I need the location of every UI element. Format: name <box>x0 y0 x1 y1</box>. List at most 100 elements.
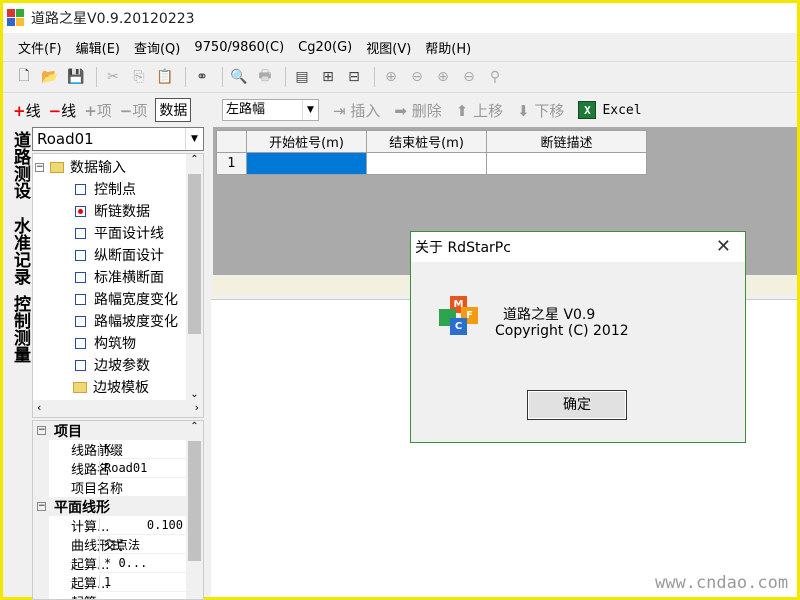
tree-item-control-points[interactable]: 控制点 <box>75 178 136 200</box>
row-header[interactable]: 1 <box>216 152 247 175</box>
chevron-down-icon[interactable]: ⌄ <box>186 389 203 400</box>
zoom-in-icon[interactable]: ⊕ <box>432 66 454 88</box>
tab-data[interactable]: 数据 <box>155 98 192 122</box>
copy-icon[interactable]: ⎘ <box>128 66 150 88</box>
tree-item-standard-section[interactable]: 标准横断面 <box>75 266 164 288</box>
tree-hscrollbar[interactable]: ‹ › <box>33 400 203 417</box>
paste-icon[interactable]: 📋 <box>154 66 176 88</box>
prop-category-project[interactable]: − 项目 <box>33 421 203 440</box>
delete-button[interactable]: ➡ 删除 <box>394 100 441 121</box>
prop-row[interactable]: 曲线形式 交点法 <box>33 534 203 554</box>
prop-row[interactable]: 项目名称 <box>33 477 203 497</box>
print-preview-icon[interactable]: 🔍 <box>228 66 250 88</box>
prop-row[interactable]: 起算 <box>33 591 203 599</box>
menu-9750-9860[interactable]: 9750/9860(C) <box>187 40 291 55</box>
prop-row[interactable]: 计算... 0.100 <box>33 515 203 535</box>
checkbox-icon[interactable] <box>75 293 86 305</box>
add-item-button[interactable]: +项 <box>84 100 112 121</box>
zoom-minus-icon[interactable]: ⊖ <box>458 66 480 88</box>
tab-road-survey[interactable]: 道路测设 <box>8 131 33 199</box>
open-folder-icon[interactable]: 📂 <box>39 66 61 88</box>
remove-line-button[interactable]: −线 <box>49 100 77 121</box>
checkbox-checked-icon[interactable] <box>75 205 86 217</box>
menu-file[interactable]: 文件(F) <box>11 38 69 57</box>
tab-level-record[interactable]: 水准记录 <box>8 217 33 285</box>
scrollbar-thumb[interactable] <box>188 174 201 334</box>
tree-scrollbar[interactable]: ⌃ ⌄ <box>186 154 203 400</box>
prop-row[interactable]: 起算... 1 <box>33 572 203 592</box>
tree-item-side-slope-template[interactable]: 边坡模板 <box>73 376 149 398</box>
zoom-fit-icon[interactable]: ⊕ <box>380 66 402 88</box>
prop-row[interactable]: 线路名 Road01 <box>33 458 203 478</box>
site-watermark: www.cndao.com <box>655 573 789 593</box>
ok-button[interactable]: 确定 <box>527 390 627 420</box>
zoom-tool-icon[interactable]: ⚲ <box>484 66 506 88</box>
new-file-icon[interactable]: 🗋 <box>13 66 35 88</box>
save-icon[interactable]: 💾 <box>65 66 87 88</box>
road-select[interactable]: Road01 ▼ <box>32 127 204 151</box>
grid-cell-desc[interactable] <box>486 152 647 175</box>
close-icon[interactable]: ✕ <box>716 236 731 257</box>
menu-view[interactable]: 视图(V) <box>359 38 418 57</box>
tree-item-plane-design[interactable]: 平面设计线 <box>75 222 164 244</box>
insert-button[interactable]: ⇥ 插入 <box>333 100 380 121</box>
checkbox-icon[interactable] <box>75 183 86 195</box>
grid-cell-end[interactable] <box>366 152 487 175</box>
collapse-icon[interactable]: − <box>37 502 46 511</box>
grid-corner[interactable] <box>216 130 247 153</box>
layout-2-icon[interactable]: ⊞ <box>317 66 339 88</box>
props-scrollbar[interactable]: ⌃ <box>186 421 203 599</box>
tab-control-survey[interactable]: 控制测量 <box>8 295 33 363</box>
chevron-up-icon[interactable]: ⌃ <box>186 421 203 432</box>
tree-item-chain-break[interactable]: 断链数据 <box>75 200 150 222</box>
tree-item-slope-change[interactable]: 路幅坡度变化 <box>75 310 178 332</box>
column-header-start[interactable]: 开始桩号(m) <box>246 130 367 153</box>
checkbox-icon[interactable] <box>75 271 86 283</box>
column-header-desc[interactable]: 断链描述 <box>486 130 647 153</box>
move-up-button[interactable]: ⬆ 上移 <box>456 100 503 121</box>
add-line-button[interactable]: +线 <box>13 100 41 121</box>
app-icon <box>7 9 25 27</box>
grid-cell-start[interactable] <box>246 152 367 175</box>
chevron-left-icon[interactable]: ‹ <box>37 401 41 414</box>
menu-edit[interactable]: 编辑(E) <box>69 38 127 57</box>
checkbox-icon[interactable] <box>75 227 86 239</box>
checkbox-icon[interactable] <box>75 337 86 349</box>
scrollbar-thumb[interactable] <box>188 441 201 561</box>
mfc-logo-icon: M F C <box>439 296 479 336</box>
tree-item-side-slope-params[interactable]: 边坡参数 <box>75 354 150 376</box>
plus-icon: + <box>84 101 97 120</box>
menu-help[interactable]: 帮助(H) <box>418 38 478 57</box>
toolbar-separator <box>374 67 375 87</box>
tree-item-width-change[interactable]: 路幅宽度变化 <box>75 288 178 310</box>
layout-1-icon[interactable]: ▤ <box>291 66 313 88</box>
binoculars-icon[interactable]: ⚭ <box>191 66 213 88</box>
tree-root[interactable]: − 数据输入 <box>35 156 126 178</box>
data-tree: − 数据输入 控制点 断链数据 平面设计线 纵断面设计 标准横断面 路幅宽度变化 <box>32 153 204 418</box>
print-icon[interactable]: 🖶 <box>254 66 276 88</box>
remove-item-button[interactable]: −项 <box>120 100 148 121</box>
move-down-button[interactable]: ⬇ 下移 <box>517 100 564 121</box>
menu-query[interactable]: 查询(Q) <box>127 38 187 57</box>
checkbox-icon[interactable] <box>75 315 86 327</box>
checkbox-icon[interactable] <box>75 359 86 371</box>
tree-item-structures[interactable]: 构筑物 <box>75 332 136 354</box>
prop-category-plane-alignment[interactable]: − 平面线形 <box>33 497 203 516</box>
checkbox-icon[interactable] <box>75 249 86 261</box>
menu-cg20[interactable]: Cg20(G) <box>291 40 359 55</box>
zoom-out-icon[interactable]: ⊖ <box>406 66 428 88</box>
delete-icon: ➡ <box>394 101 412 120</box>
chevron-up-icon[interactable]: ⌃ <box>186 154 203 165</box>
chevron-right-icon[interactable]: › <box>195 401 199 414</box>
insert-icon: ⇥ <box>333 101 351 120</box>
excel-button[interactable]: X Excel <box>578 101 642 119</box>
side-select[interactable]: 左路幅 ▼ <box>222 99 319 121</box>
column-header-end[interactable]: 结束桩号(m) <box>366 130 487 153</box>
tree-item-profile-design[interactable]: 纵断面设计 <box>75 244 164 266</box>
collapse-icon[interactable]: − <box>37 426 46 435</box>
prop-row[interactable]: 起算... * 0... <box>33 553 203 573</box>
collapse-icon[interactable]: − <box>35 162 44 172</box>
prop-row[interactable]: 线路前缀 K <box>33 439 203 459</box>
cut-icon[interactable]: ✂ <box>102 66 124 88</box>
layout-3-icon[interactable]: ⊟ <box>343 66 365 88</box>
